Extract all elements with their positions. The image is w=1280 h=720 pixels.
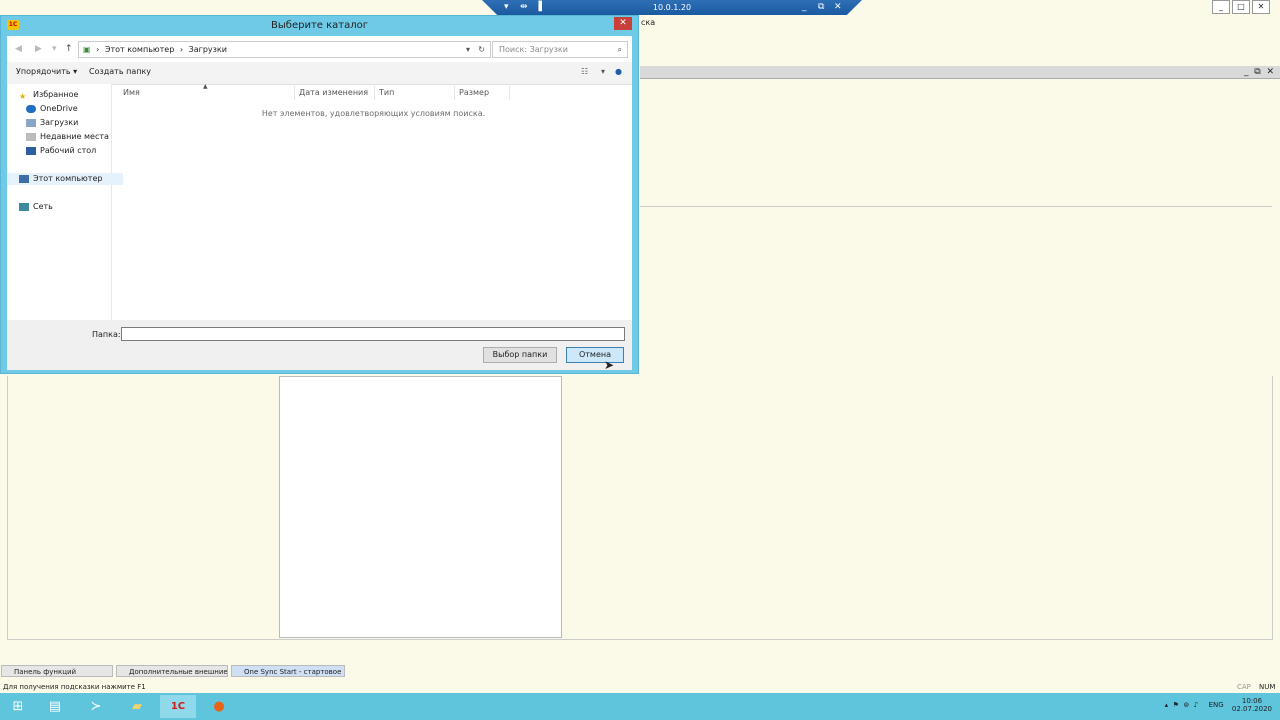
rdp-restore-button[interactable]: ⧉ (818, 2, 824, 12)
back-icon[interactable]: ◀ (15, 44, 22, 54)
flag-icon[interactable]: ⚑ (1173, 701, 1179, 709)
dialog-title: Выберите каталог (271, 20, 368, 31)
sort-arrow-icon: ▲ (203, 83, 208, 90)
search-icon[interactable]: ⌕ (618, 42, 622, 57)
cloud-icon (26, 104, 36, 113)
inner-window-bar: _ ⧉ ✕ (640, 66, 1280, 79)
organize-menu[interactable]: Упорядочить ▾ (16, 67, 77, 76)
computer-icon (19, 174, 29, 183)
main-work-area (7, 376, 1273, 640)
search-input[interactable]: Поиск: Загрузки ⌕ (492, 41, 628, 58)
view-chevron-icon[interactable]: ▾ (601, 67, 605, 76)
tab-external[interactable]: Дополнительные внешние о... (116, 665, 228, 677)
minimize-button[interactable]: _ (1212, 0, 1230, 14)
search-placeholder: Поиск: Загрузки (499, 45, 568, 54)
toolbar: Упорядочить ▾ Создать папку ☷ ▾ ● (7, 62, 632, 85)
nav-item-this-pc[interactable]: Этот компьютер (7, 173, 123, 185)
file-explorer-icon[interactable]: ▰ (119, 695, 155, 718)
tab-function-panel[interactable]: Панель функций (1, 665, 113, 677)
clock[interactable]: 10:06 02.07.2020 (1232, 697, 1272, 713)
select-folder-button[interactable]: Выбор папки (483, 347, 557, 363)
column-name[interactable]: Имя ▲ (119, 83, 295, 100)
app-window-controls: _ □ ✕ (1210, 0, 1270, 14)
column-size[interactable]: Размер (455, 86, 510, 100)
address-row: ◀ ▶ ▾ ↑ ▣ › Этот компьютер › Загрузки ▾ … (7, 36, 632, 62)
remote-desktop-bar: ▾ ⇹ ▐ 10.0.1.20 _ ⧉ ✕ (482, 0, 862, 15)
breadcrumb-folder[interactable]: Загрузки (189, 45, 227, 54)
desktop-icon (26, 146, 36, 155)
open-windows-tabs: Панель функций Дополнительные внешние о.… (0, 664, 1280, 678)
dialog-footer: Папка: Выбор папки Отмена (7, 320, 632, 370)
app-partial-text: ска (641, 18, 656, 27)
recent-places-icon (26, 132, 36, 141)
mouse-cursor-icon: ➤ (604, 358, 615, 372)
select-folder-dialog: 1С Выберите каталог ✕ ◀ ▶ ▾ ↑ ▣ › Этот к… (0, 15, 639, 374)
folder-icon: ▣ (83, 45, 91, 54)
address-bar[interactable]: ▣ › Этот компьютер › Загрузки ▾ ↻ (78, 41, 491, 58)
folder-label: Папка: (92, 330, 121, 339)
start-windows-icon[interactable]: ⊞ (0, 695, 36, 718)
dialog-close-button[interactable]: ✕ (614, 17, 632, 30)
history-chevron-icon[interactable]: ▾ (52, 44, 57, 54)
inner-close-icon[interactable]: ✕ (1266, 67, 1274, 77)
folder-input[interactable] (121, 327, 625, 341)
cap-indicator: CAP (1237, 683, 1251, 691)
system-tray: ▴ ⚑ ⊚ ♪ ENG 10:06 02.07.2020 (1165, 697, 1272, 713)
breadcrumb-root[interactable]: Этот компьютер (105, 45, 174, 54)
column-type[interactable]: Тип (375, 86, 455, 100)
nav-item-network[interactable]: Сеть (7, 201, 123, 213)
column-date[interactable]: Дата изменения (295, 86, 375, 100)
chevron-down-icon[interactable]: ▾ (466, 42, 470, 57)
status-hint: Для получения подсказки нажмите F1 (3, 683, 146, 691)
maximize-button[interactable]: □ (1232, 0, 1250, 14)
tab-one-sync[interactable]: One Sync Start - стартовое о... (231, 665, 345, 677)
help-icon[interactable]: ● (615, 67, 622, 76)
new-folder-button[interactable]: Создать папку (89, 67, 151, 76)
1c-app-icon[interactable]: 1С (160, 695, 196, 718)
powershell-icon[interactable]: ≻ (78, 695, 114, 718)
dialog-body: ◀ ▶ ▾ ↑ ▣ › Этот компьютер › Загрузки ▾ … (7, 36, 632, 370)
empty-message: Нет элементов, удовлетворяющих условиям … (261, 109, 486, 118)
star-icon: ★ (19, 91, 27, 101)
rdp-close-button[interactable]: ✕ (834, 2, 842, 12)
view-options-icon[interactable]: ☷ (581, 67, 588, 76)
cancel-button[interactable]: Отмена (566, 347, 624, 363)
up-icon[interactable]: ↑ (65, 44, 73, 54)
server-manager-icon[interactable]: ▤ (37, 695, 73, 718)
firefox-icon[interactable]: ● (201, 695, 237, 718)
nav-item-favorites[interactable]: ★ Избранное (7, 89, 123, 101)
downloads-folder-icon (26, 118, 36, 127)
inner-restore-icon[interactable]: ⧉ (1254, 67, 1260, 77)
network-tray-icon[interactable]: ⊚ (1183, 701, 1189, 709)
rdp-minimize-button[interactable]: _ (802, 2, 807, 12)
close-button[interactable]: ✕ (1252, 0, 1270, 14)
network-icon (19, 202, 29, 211)
navigation-pane: ★ Избранное OneDrive Загрузки Недавние ме… (7, 84, 123, 320)
language-indicator[interactable]: ENG (1209, 701, 1224, 709)
volume-icon[interactable]: ♪ (1194, 701, 1198, 709)
num-indicator: NUM (1259, 683, 1276, 691)
content-box (279, 376, 562, 638)
inner-minimize-icon[interactable]: _ (1244, 67, 1249, 77)
forward-icon[interactable]: ▶ (35, 44, 42, 54)
refresh-icon[interactable]: ↻ (478, 42, 485, 57)
tray-chevron-icon[interactable]: ▴ (1165, 701, 1169, 709)
file-list: Имя ▲ Дата изменения Тип Размер Нет элеме… (112, 83, 632, 320)
taskbar: ⊞ ▤ ≻ ▰ 1С ● ▴ ⚑ ⊚ ♪ ENG 10:06 02.07.202… (0, 693, 1280, 720)
status-bar: Для получения подсказки нажмите F1 CAP N… (0, 681, 1280, 693)
